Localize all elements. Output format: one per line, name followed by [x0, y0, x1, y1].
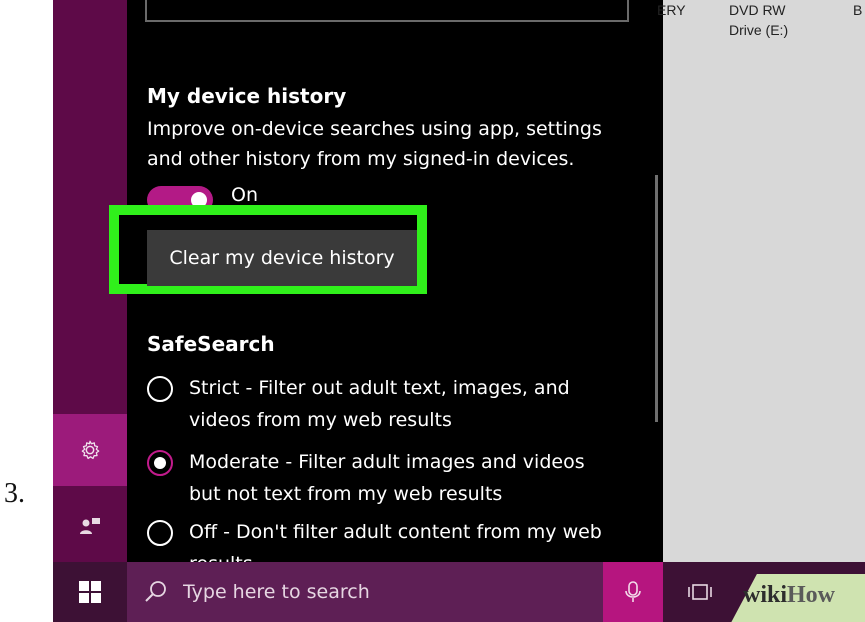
- device-history-toggle-label: On: [231, 184, 258, 206]
- search-icon: [143, 579, 169, 605]
- previous-setting-box: [145, 0, 629, 22]
- dvd-drive-label-line-1: DVD RW: [729, 2, 786, 18]
- windows-logo-icon: [79, 581, 101, 603]
- safesearch-option-strict-line-1: Strict - Filter out adult text, images, …: [189, 377, 570, 399]
- taskbar-search-box[interactable]: [127, 562, 603, 622]
- search-input[interactable]: [181, 580, 565, 604]
- feedback-icon: [80, 518, 100, 534]
- device-history-heading: My device history: [147, 84, 347, 108]
- task-view-icon: [688, 584, 712, 600]
- dvd-drive-label[interactable]: DVD RW Drive (E:): [729, 0, 788, 40]
- start-button[interactable]: [53, 562, 127, 622]
- feedback-button[interactable]: [53, 490, 127, 562]
- safesearch-option-strict-line-2: videos from my web results: [189, 409, 452, 431]
- microphone-button[interactable]: [603, 562, 663, 622]
- dvd-drive-label-line-2: Drive (E:): [729, 22, 789, 38]
- clear-device-history-button[interactable]: Clear my device history: [147, 230, 417, 286]
- safesearch-option-off-line-1: Off - Don't filter adult content from my…: [189, 521, 602, 543]
- step-number: 3.: [4, 478, 25, 509]
- microphone-icon: [625, 581, 641, 602]
- device-history-description-line-1: Improve on-device searches using app, se…: [147, 118, 602, 140]
- radio-off[interactable]: [147, 520, 173, 546]
- radio-moderate[interactable]: [147, 450, 173, 476]
- settings-button[interactable]: [53, 414, 127, 486]
- radio-strict[interactable]: [147, 376, 173, 402]
- safesearch-heading: SafeSearch: [147, 332, 275, 356]
- device-history-description-line-2: and other history from my signed-in devi…: [147, 148, 575, 170]
- screenshot: My device history Improve on-device sear…: [53, 0, 865, 622]
- explorer-label-partial-right: B: [853, 2, 863, 18]
- safesearch-option-moderate-line-1: Moderate - Filter adult images and video…: [189, 451, 585, 473]
- task-view-button[interactable]: [675, 562, 725, 622]
- cortana-settings-panel: My device history Improve on-device sear…: [109, 0, 663, 575]
- safesearch-option-moderate-line-2: but not text from my web results: [189, 483, 503, 505]
- gear-icon: [81, 440, 100, 460]
- file-explorer-background: ERY DVD RW Drive (E:) B: [657, 0, 865, 562]
- explorer-label-partial: ERY: [657, 2, 686, 18]
- wikihow-watermark: wikiHow: [743, 582, 836, 608]
